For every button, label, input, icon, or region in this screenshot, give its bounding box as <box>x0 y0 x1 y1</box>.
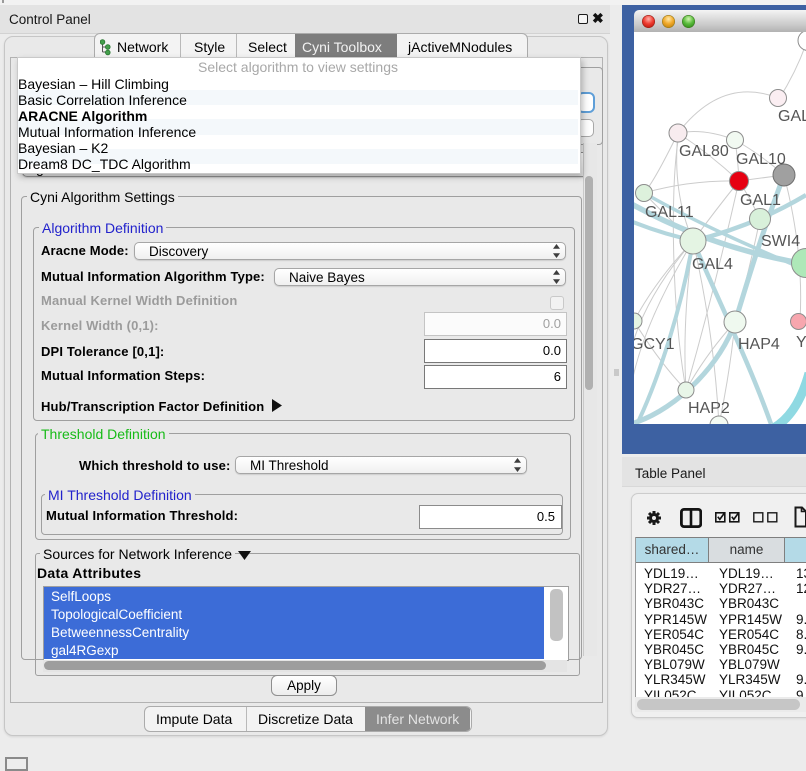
svg-text:GAL80: GAL80 <box>679 143 729 160</box>
svg-text:GAL1: GAL1 <box>740 192 781 209</box>
svg-text:HAP2: HAP2 <box>688 400 730 417</box>
svg-text:GCY1: GCY1 <box>634 336 675 353</box>
svg-text:GAL7: GAL7 <box>778 108 806 125</box>
svg-text:GAL11: GAL11 <box>645 204 694 221</box>
svg-text:GAL10: GAL10 <box>736 151 786 168</box>
svg-text:Y: Y <box>796 334 806 351</box>
svg-text:SWI4: SWI4 <box>761 233 800 250</box>
svg-text:HAP4: HAP4 <box>738 336 780 353</box>
svg-text:GAL4: GAL4 <box>692 256 733 273</box>
